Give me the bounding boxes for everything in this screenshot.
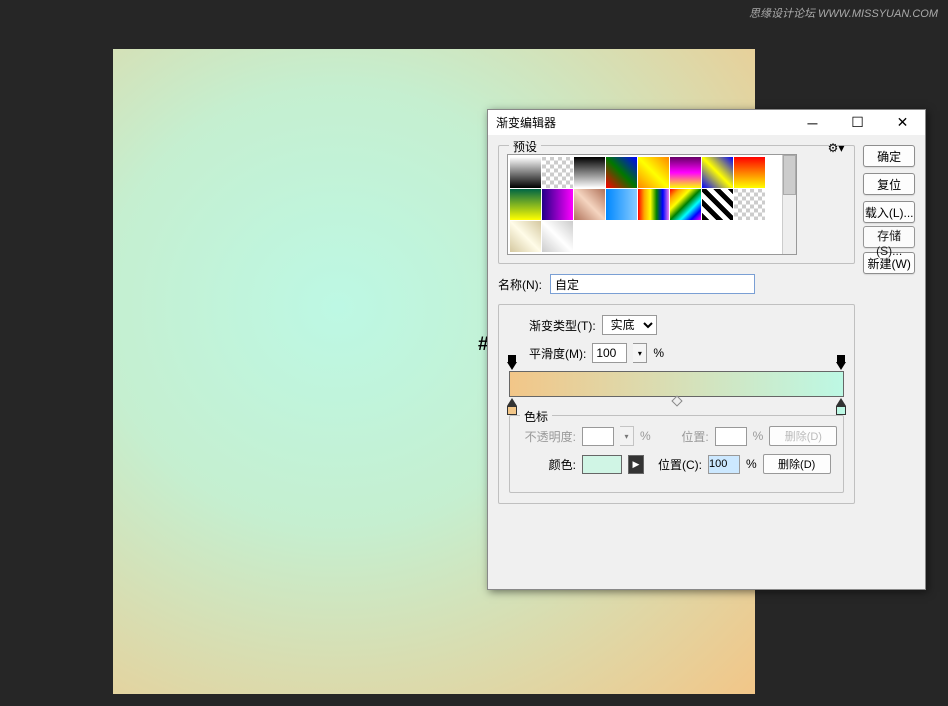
- presets-label: 预设: [509, 138, 541, 155]
- save-button[interactable]: 存储(S)...: [863, 226, 915, 248]
- preset-swatch[interactable]: [638, 189, 669, 220]
- stops-label: 色标: [520, 408, 552, 425]
- color-swatch[interactable]: [582, 455, 622, 474]
- gradient-settings-panel: 渐变类型(T): 实底 平滑度(M): ▾ %: [498, 304, 855, 504]
- name-input[interactable]: [550, 274, 755, 294]
- minimize-button[interactable]: ─: [790, 110, 835, 135]
- watermark: 思缘设计论坛 WWW.MISSYUAN.COM: [749, 5, 938, 21]
- smoothness-input[interactable]: [592, 343, 627, 363]
- opacity-spinner: ▾: [620, 426, 634, 446]
- preset-swatch[interactable]: [574, 189, 605, 220]
- preset-swatch[interactable]: [510, 221, 541, 252]
- opacity-stop-right[interactable]: [836, 360, 846, 370]
- preset-swatch[interactable]: [542, 157, 573, 188]
- color-stop-right[interactable]: [836, 398, 846, 408]
- percent-label: %: [653, 346, 664, 360]
- preset-swatch[interactable]: [702, 189, 733, 220]
- gradient-editor-bar[interactable]: [509, 371, 844, 397]
- preset-swatch[interactable]: [734, 189, 765, 220]
- load-button[interactable]: 载入(L)...: [863, 201, 915, 223]
- preset-swatch[interactable]: [670, 157, 701, 188]
- position-c-label: 位置(C):: [650, 456, 702, 473]
- gradient-type-label: 渐变类型(T):: [529, 317, 596, 334]
- gradient-type-select[interactable]: 实底: [602, 315, 657, 335]
- opacity-stop-left[interactable]: [507, 360, 517, 370]
- name-label: 名称(N):: [498, 276, 542, 293]
- preset-swatch[interactable]: [542, 221, 573, 252]
- midpoint-marker[interactable]: [671, 395, 682, 406]
- preset-swatch[interactable]: [542, 189, 573, 220]
- reset-button[interactable]: 复位: [863, 173, 915, 195]
- delete-color-button[interactable]: 删除(D): [763, 454, 831, 474]
- gradient-bar[interactable]: [509, 371, 844, 397]
- gear-icon[interactable]: ⚙▾: [828, 141, 845, 155]
- titlebar[interactable]: 渐变编辑器 ─ ☐ ✕: [488, 110, 925, 135]
- preset-swatch[interactable]: [670, 189, 701, 220]
- presets-grid: [507, 154, 797, 255]
- stops-panel: 色标 不透明度: ▾ % 位置: % 删除(D) 颜色: ▶: [509, 415, 844, 493]
- opacity-label: 不透明度:: [516, 428, 576, 445]
- opacity-percent: %: [640, 429, 651, 443]
- presets-scrollbar[interactable]: [782, 155, 796, 254]
- position-label: 位置:: [657, 428, 709, 445]
- preset-swatch[interactable]: [638, 157, 669, 188]
- ok-button[interactable]: 确定: [863, 145, 915, 167]
- dialog-title: 渐变编辑器: [496, 114, 556, 131]
- smoothness-spinner[interactable]: ▾: [633, 343, 647, 363]
- opacity-input: [582, 427, 614, 446]
- maximize-button[interactable]: ☐: [835, 110, 880, 135]
- preset-swatch[interactable]: [510, 189, 541, 220]
- preset-swatch[interactable]: [510, 157, 541, 188]
- color-stop-left[interactable]: [507, 398, 517, 408]
- gradient-editor-dialog: 渐变编辑器 ─ ☐ ✕ 预设 ⚙▾: [487, 109, 926, 590]
- presets-panel: 预设 ⚙▾: [498, 145, 855, 264]
- preset-swatch[interactable]: [702, 157, 733, 188]
- smoothness-label: 平滑度(M):: [529, 345, 586, 362]
- position-c-input[interactable]: [708, 455, 740, 474]
- preset-swatch[interactable]: [574, 157, 605, 188]
- preset-swatch[interactable]: [606, 189, 637, 220]
- color-arrow-button[interactable]: ▶: [628, 455, 644, 474]
- position-c-percent: %: [746, 457, 757, 471]
- delete-opacity-button: 删除(D): [769, 426, 837, 446]
- color-label: 颜色:: [516, 456, 576, 473]
- preset-swatch[interactable]: [606, 157, 637, 188]
- position-input: [715, 427, 747, 446]
- position-percent: %: [753, 429, 764, 443]
- close-button[interactable]: ✕: [880, 110, 925, 135]
- preset-swatch[interactable]: [734, 157, 765, 188]
